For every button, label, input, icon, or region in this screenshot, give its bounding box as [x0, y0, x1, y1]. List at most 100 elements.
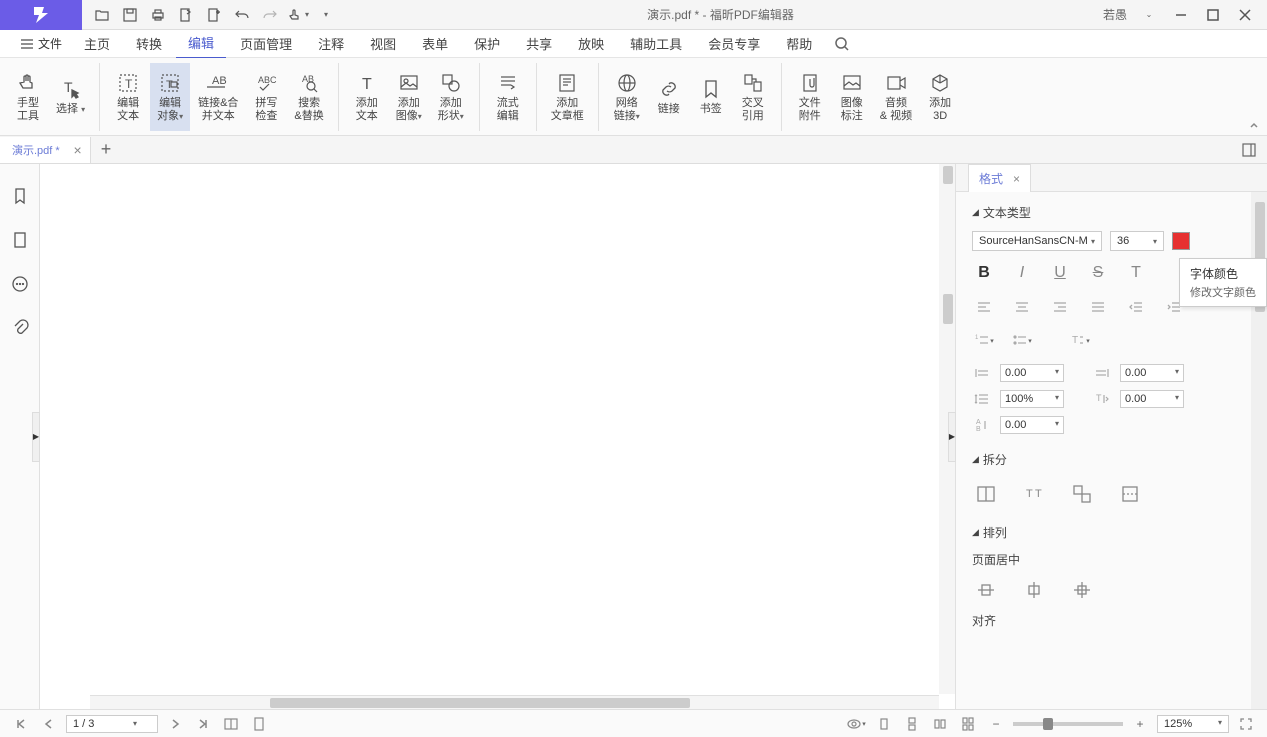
text-scale-icon[interactable]: T▾: [1068, 329, 1092, 353]
line-spacing-dropdown[interactable]: 100%▾: [1000, 390, 1064, 408]
bookmark-panel-icon[interactable]: [8, 184, 32, 208]
last-page-icon[interactable]: [192, 713, 214, 735]
center-both-icon[interactable]: [1068, 576, 1096, 604]
menu-play[interactable]: 放映: [566, 29, 616, 58]
continuous-view-icon[interactable]: [901, 713, 923, 735]
menu-help[interactable]: 帮助: [774, 29, 824, 58]
open-icon[interactable]: [90, 3, 114, 27]
collapse-right-panel[interactable]: ▶: [948, 412, 956, 462]
print-icon[interactable]: [146, 3, 170, 27]
export-icon[interactable]: [174, 3, 198, 27]
document-tab[interactable]: 演示.pdf *×: [0, 137, 91, 163]
vert-spacing-dropdown[interactable]: 0.00▾: [1000, 416, 1064, 434]
bold-button[interactable]: B: [972, 261, 996, 285]
align-center-icon[interactable]: [1010, 295, 1034, 319]
next-page-icon[interactable]: [164, 713, 186, 735]
undo-icon[interactable]: [230, 3, 254, 27]
page-canvas[interactable]: [90, 164, 935, 694]
align-justify-icon[interactable]: [1086, 295, 1110, 319]
close-icon[interactable]: [1231, 3, 1259, 27]
arrange-section[interactable]: ◢排列: [972, 520, 1251, 545]
split-section[interactable]: ◢拆分: [972, 447, 1251, 472]
user-dropdown-icon[interactable]: ⌄: [1135, 3, 1163, 27]
app-logo[interactable]: [0, 0, 82, 30]
tool-image-annot[interactable]: 图像 标注: [832, 63, 872, 131]
menu-page[interactable]: 页面管理: [228, 29, 304, 58]
page-number-input[interactable]: 1 / 3▾: [66, 715, 158, 733]
menu-convert[interactable]: 转换: [124, 29, 174, 58]
file-menu[interactable]: 文件: [12, 31, 70, 56]
tool-edit-object[interactable]: T编辑 对象▾: [150, 63, 190, 131]
tool-file-attach[interactable]: 文件 附件: [790, 63, 830, 131]
tool-audio-video[interactable]: 音频 & 视频: [874, 63, 918, 131]
tool-hand[interactable]: 手型 工具: [8, 63, 48, 131]
unlink-boxes-icon[interactable]: [1116, 480, 1144, 508]
link-boxes-icon[interactable]: [1068, 480, 1096, 508]
new-icon[interactable]: [202, 3, 226, 27]
menu-protect[interactable]: 保护: [462, 29, 512, 58]
single-view-icon[interactable]: [873, 713, 895, 735]
minimize-icon[interactable]: [1167, 3, 1195, 27]
menu-share[interactable]: 共享: [514, 29, 564, 58]
tool-flow-edit[interactable]: 流式 编辑: [488, 63, 528, 131]
tool-add-3d[interactable]: 添加 3D: [920, 63, 960, 131]
menu-view[interactable]: 视图: [358, 29, 408, 58]
underline-button[interactable]: U: [1048, 261, 1072, 285]
qat-more-icon[interactable]: ▾: [314, 3, 338, 27]
tool-select[interactable]: T选择 ▾: [50, 63, 91, 131]
tool-link-join[interactable]: AB链接&合 并文本: [192, 63, 244, 131]
zoom-out-icon[interactable]: −: [985, 713, 1007, 735]
italic-button[interactable]: I: [1010, 261, 1034, 285]
menu-comment[interactable]: 注释: [306, 29, 356, 58]
search-icon[interactable]: [830, 32, 854, 56]
tool-add-shape[interactable]: 添加 形状▾: [431, 63, 471, 131]
redo-icon[interactable]: [258, 3, 282, 27]
view-mode-icon[interactable]: ▾: [845, 713, 867, 735]
collapse-ribbon-icon[interactable]: [1249, 121, 1259, 131]
horizontal-scrollbar[interactable]: [90, 695, 939, 709]
superscript-button[interactable]: T: [1124, 261, 1148, 285]
center-vertical-icon[interactable]: [1020, 576, 1048, 604]
attachments-panel-icon[interactable]: [8, 316, 32, 340]
facing-view-icon[interactable]: [929, 713, 951, 735]
user-name[interactable]: 若愚: [1103, 6, 1127, 23]
menu-form[interactable]: 表单: [410, 29, 460, 58]
tool-add-article[interactable]: 添加 文章框: [545, 63, 590, 131]
pages-panel-icon[interactable]: [8, 228, 32, 252]
add-tab-icon[interactable]: +: [91, 135, 122, 164]
tool-spell[interactable]: ABC拼写 检查: [246, 63, 286, 131]
menu-tools[interactable]: 辅助工具: [618, 29, 694, 58]
reading-mode-icon[interactable]: [220, 713, 242, 735]
toggle-panel-icon[interactable]: [1231, 138, 1267, 162]
zoom-dropdown[interactable]: 125%▾: [1157, 715, 1229, 733]
comments-panel-icon[interactable]: [8, 272, 32, 296]
format-tab[interactable]: 格式×: [968, 164, 1031, 192]
zoom-slider[interactable]: [1013, 722, 1123, 726]
split-text-icon[interactable]: TT: [1020, 480, 1048, 508]
prev-page-icon[interactable]: [38, 713, 60, 735]
single-page-icon[interactable]: [248, 713, 270, 735]
format-tab-close-icon[interactable]: ×: [1013, 172, 1020, 186]
strikethrough-button[interactable]: S: [1086, 261, 1110, 285]
font-color-swatch[interactable]: [1172, 232, 1190, 250]
first-page-icon[interactable]: [10, 713, 32, 735]
continuous-facing-icon[interactable]: [957, 713, 979, 735]
indent-decrease-icon[interactable]: [1124, 295, 1148, 319]
tool-add-image[interactable]: 添加 图像▾: [389, 63, 429, 131]
zoom-in-icon[interactable]: +: [1129, 713, 1151, 735]
maximize-icon[interactable]: [1199, 3, 1227, 27]
merge-cells-icon[interactable]: [972, 480, 1000, 508]
char-spacing-dropdown[interactable]: 0.00▾: [1120, 390, 1184, 408]
tool-add-text[interactable]: T添加 文本: [347, 63, 387, 131]
center-horizontal-icon[interactable]: [972, 576, 1000, 604]
tool-web-link[interactable]: 网络 链接▾: [607, 63, 647, 131]
text-type-section[interactable]: ◢文本类型: [972, 200, 1251, 225]
para-after-dropdown[interactable]: 0.00▾: [1120, 364, 1184, 382]
touch-icon[interactable]: ▾: [286, 3, 310, 27]
align-right-icon[interactable]: [1048, 295, 1072, 319]
tool-edit-text[interactable]: T编辑 文本: [108, 63, 148, 131]
bullet-list-icon[interactable]: ▾: [1010, 329, 1034, 353]
save-icon[interactable]: [118, 3, 142, 27]
tool-link[interactable]: 链接: [649, 63, 689, 131]
menu-vip[interactable]: 会员专享: [696, 29, 772, 58]
